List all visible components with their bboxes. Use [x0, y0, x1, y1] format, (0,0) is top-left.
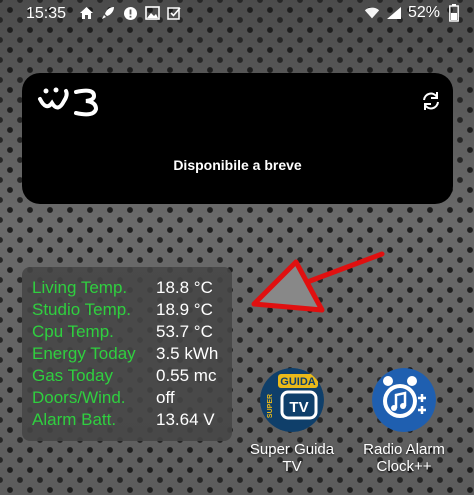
tv-word: TV [289, 399, 308, 416]
wifi-icon [364, 4, 380, 22]
sensor-value: 0.55 mc [156, 366, 217, 385]
battery-icon [446, 4, 462, 22]
sensor-row-studio: Studio Temp. 18.9 °C [32, 299, 232, 321]
sensor-label: Doors/Wind. [32, 388, 126, 407]
sensor-row-doors: Doors/Wind. off [32, 387, 232, 409]
image-icon [144, 4, 160, 22]
sensor-value: 53.7 °C [156, 322, 213, 341]
status-time: 15:35 [26, 5, 67, 22]
sensor-label: Living Temp. [32, 278, 128, 297]
w3-status-text: Disponibile a breve [173, 157, 302, 173]
sensor-row-cpu: Cpu Temp. 53.7 °C [32, 321, 232, 343]
guida-word: GUIDA [280, 376, 316, 388]
sensor-row-energy: Energy Today 3.5 kWh [32, 343, 232, 365]
sensor-label: Studio Temp. [32, 300, 131, 319]
radio-alarm-clock-icon [372, 368, 436, 432]
alert-icon [122, 4, 138, 22]
sensor-row-alarm-batt: Alarm Batt. 13.64 V [32, 409, 232, 431]
signal-icon [386, 4, 402, 22]
w3-widget[interactable]: Disponibile a breve [22, 73, 453, 204]
rocket-icon [100, 4, 116, 22]
w3-logo [38, 87, 99, 117]
system-icons: 52% [364, 4, 462, 22]
home-icon [78, 4, 94, 22]
sensor-label: Cpu Temp. [32, 322, 114, 341]
sensor-row-gas: Gas Today 0.55 mc [32, 365, 232, 387]
sensor-value: 18.9 °C [156, 300, 213, 319]
sensor-label: Energy Today [32, 344, 136, 363]
checkbox-icon [166, 4, 182, 22]
app-label: Super Guida TV [249, 441, 335, 475]
battery-percent: 52% [407, 4, 440, 21]
super-word: SUPER [267, 394, 274, 418]
refresh-icon[interactable] [419, 89, 443, 113]
app-label: Radio Alarm Clock++ [363, 441, 445, 475]
sensor-value: 13.64 V [156, 410, 215, 429]
status-bar: 15:35 52% [0, 0, 474, 28]
app-super-guida-tv[interactable]: GUIDA SUPER TV Super Guida TV [242, 368, 342, 475]
sensor-label: Alarm Batt. [32, 410, 117, 429]
notification-icons [78, 4, 182, 22]
sensor-row-living: Living Temp. 18.8 °C [32, 277, 232, 299]
sensor-value: 3.5 kWh [156, 344, 219, 363]
super-guida-tv-icon: GUIDA SUPER TV [260, 368, 324, 432]
red-arrow-annotation [251, 251, 385, 313]
sensor-label: Gas Today [32, 366, 113, 385]
app-radio-alarm-clock[interactable]: Radio Alarm Clock++ [354, 368, 454, 475]
sensor-value: off [156, 388, 175, 407]
sensor-value: 18.8 °C [156, 278, 213, 297]
sensors-widget[interactable]: Living Temp. 18.8 °C Studio Temp. 18.9 °… [22, 267, 232, 441]
